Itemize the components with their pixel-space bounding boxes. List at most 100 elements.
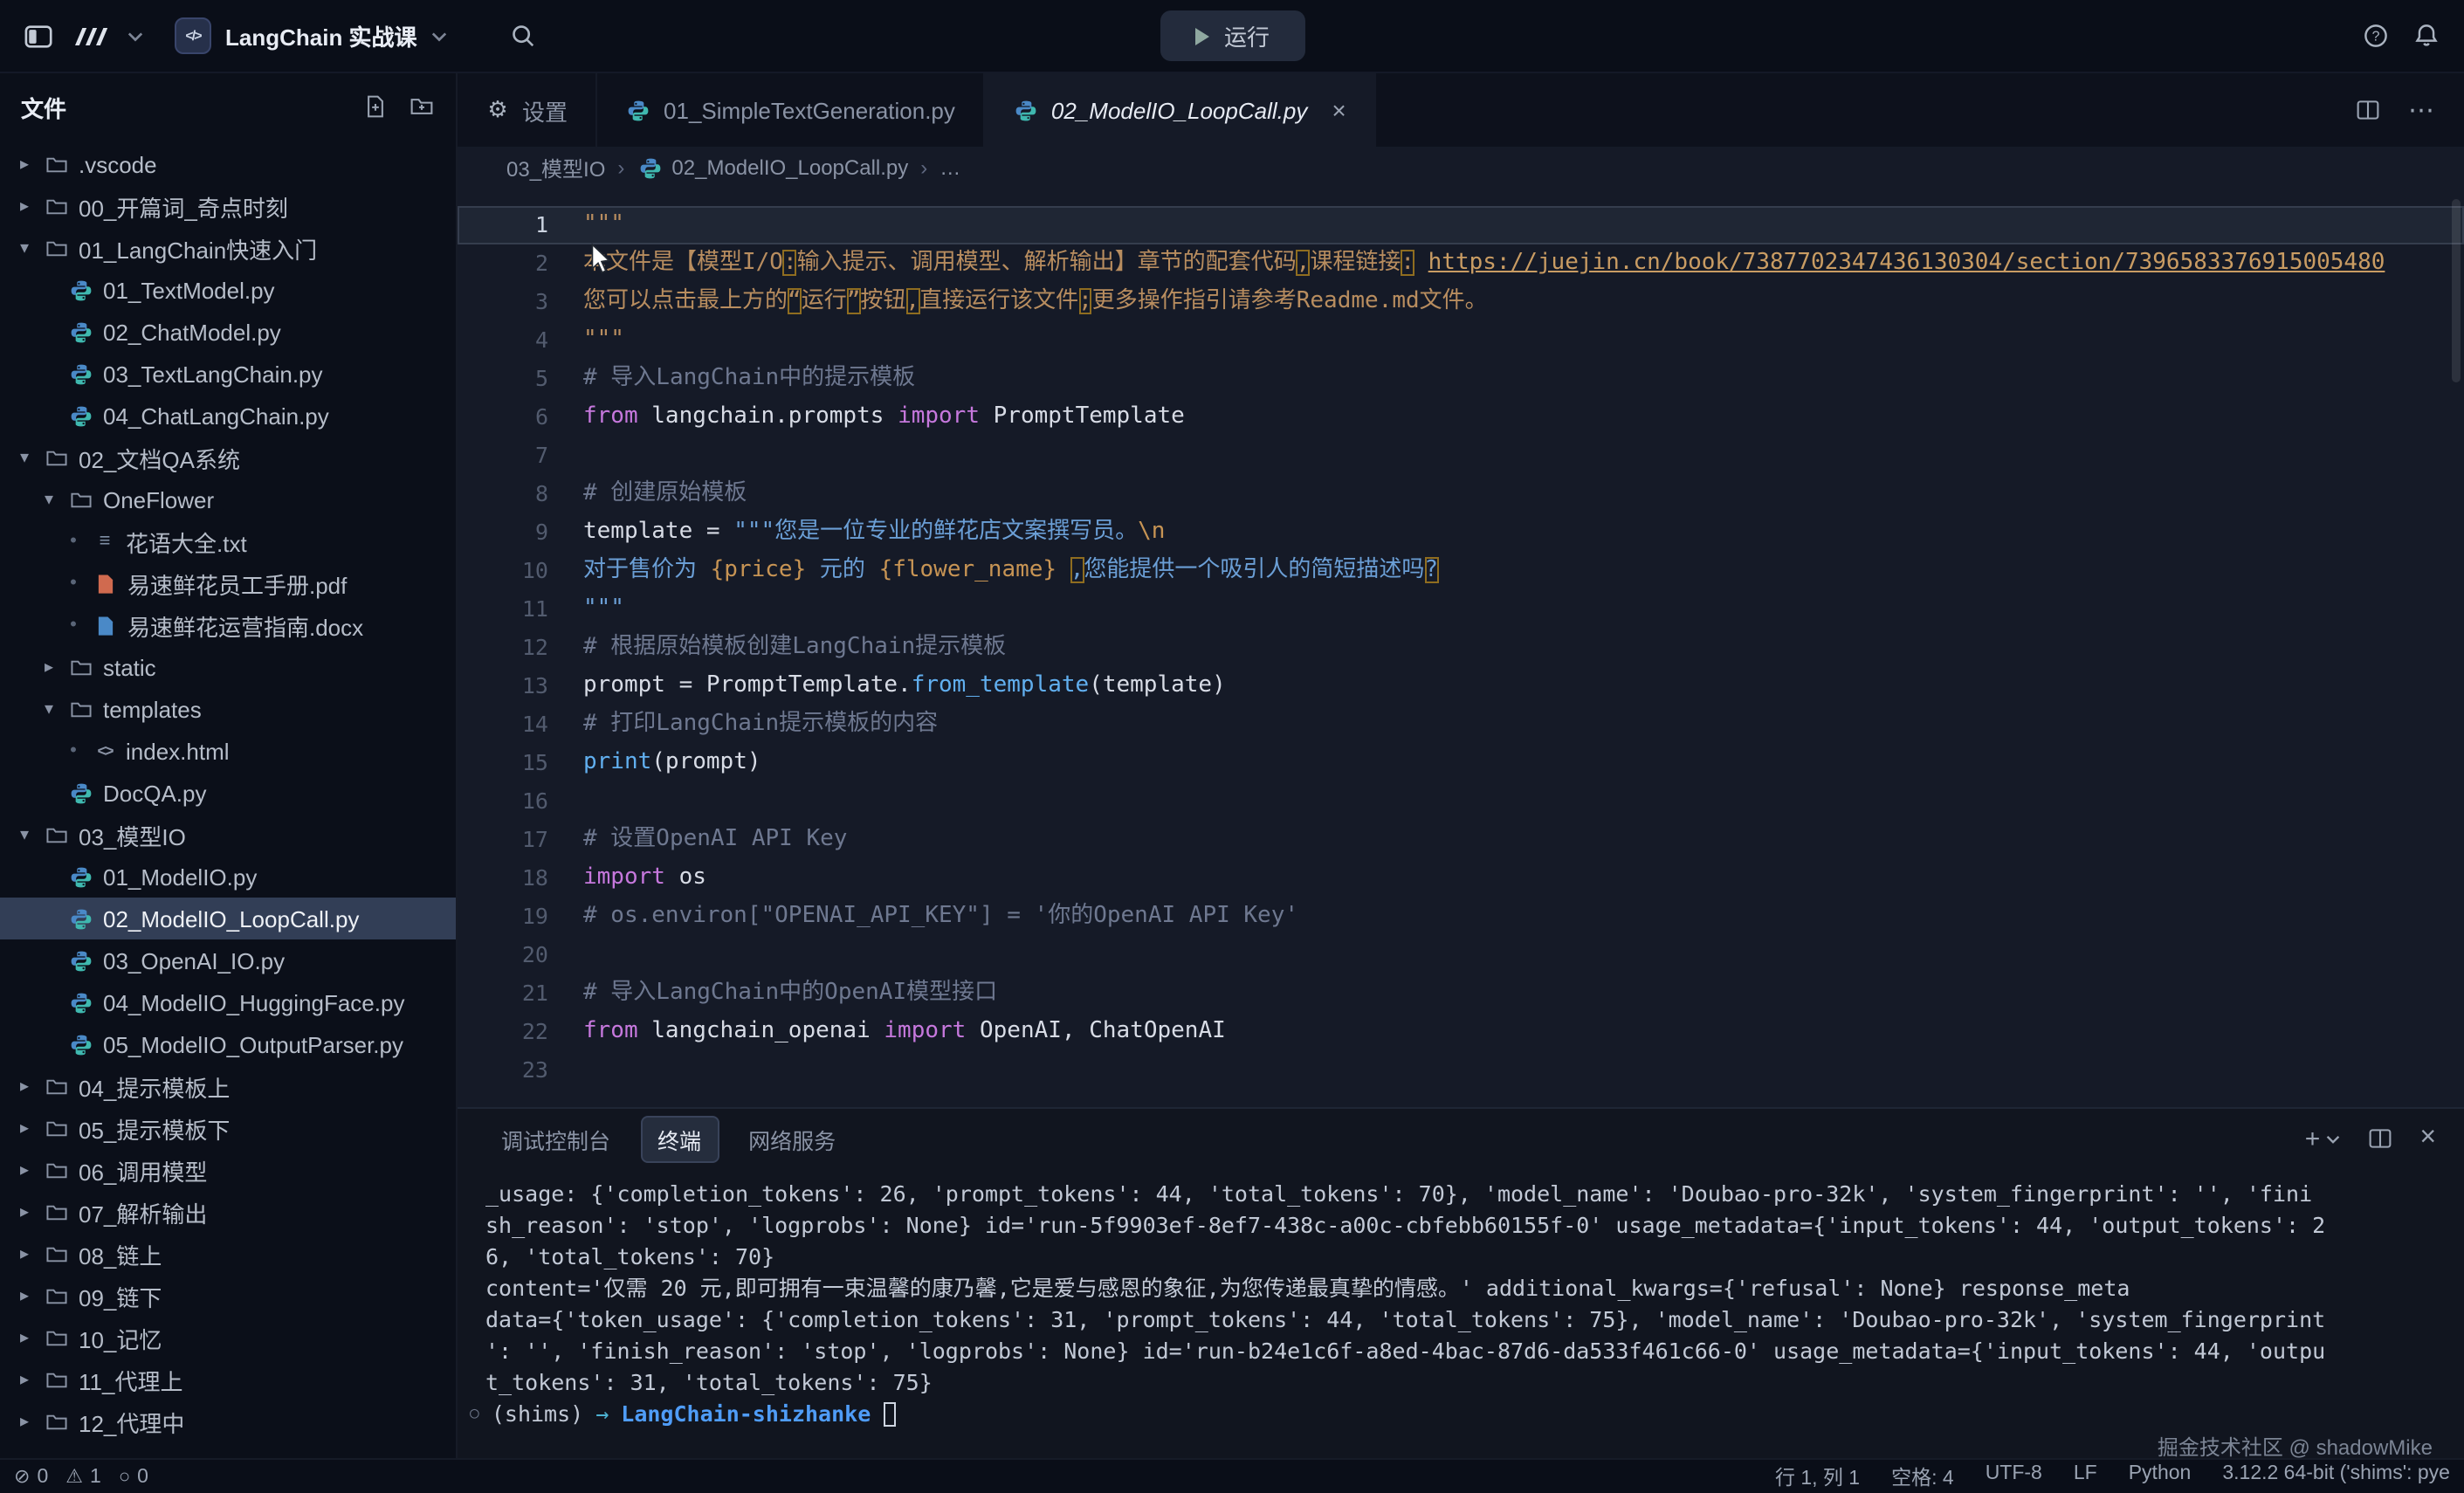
code-line-1[interactable]: 1""" (458, 206, 2464, 244)
toggle-sidebar-icon[interactable] (24, 22, 54, 50)
chevron-right-icon[interactable]: ▸ (14, 1244, 35, 1263)
chevron-down-icon[interactable]: ▾ (38, 699, 59, 719)
run-button[interactable]: 运行 (1160, 10, 1304, 61)
code-line-12[interactable]: 12# 根据原始模板创建LangChain提示模板 (458, 629, 2464, 667)
editor-tab-2[interactable]: 02_ModelIO_LoopCall.py× (985, 73, 1376, 147)
tree-folder-2[interactable]: ▾01_LangChain快速入门 (0, 227, 456, 269)
chevron-right-icon[interactable]: ▸ (38, 657, 59, 677)
tree-folder-16[interactable]: ▾03_模型IO (0, 814, 456, 856)
notifications-bell-icon[interactable] (2413, 23, 2440, 49)
code-line-16[interactable]: 16 (458, 782, 2464, 821)
status-language-mode[interactable]: Python (2129, 1462, 2192, 1490)
chevron-right-icon[interactable]: ▸ (14, 1328, 35, 1347)
code-line-5[interactable]: 5# 导入LangChain中的提示模板 (458, 360, 2464, 398)
tree-file-18[interactable]: 02_ModelIO_LoopCall.py (0, 898, 456, 939)
chevron-right-icon[interactable]: ▸ (14, 1077, 35, 1096)
code-line-22[interactable]: 22from langchain_openai import OpenAI, C… (458, 1013, 2464, 1051)
code-line-19[interactable]: 19# os.environ["OPENAI_API_KEY"] = '你的Op… (458, 898, 2464, 936)
tree-file-4[interactable]: 02_ChatModel.py (0, 311, 456, 353)
tree-folder-12[interactable]: ▸static (0, 646, 456, 688)
code-line-10[interactable]: 10对于售价为 {price} 元的 {flower_name} ,您能提供一个… (458, 552, 2464, 590)
split-panel-icon[interactable] (2367, 1126, 2392, 1151)
code-line-17[interactable]: 17# 设置OpenAI API Key (458, 821, 2464, 859)
breadcrumb-item-0[interactable]: 03_模型IO (506, 153, 605, 182)
panel-tab-1[interactable]: 终端 (640, 1115, 719, 1162)
chevron-right-icon[interactable]: ▸ (14, 1160, 35, 1180)
search-icon[interactable] (510, 23, 536, 49)
terminal-output[interactable]: _usage: {'completion_tokens': 26, 'promp… (458, 1168, 2464, 1458)
code-line-9[interactable]: 9template = """您是一位专业的鲜花店文案撰写员。\n (458, 513, 2464, 552)
tree-file-3[interactable]: 01_TextModel.py (0, 269, 456, 311)
logo-chevron-down-icon[interactable] (127, 31, 143, 41)
code-line-20[interactable]: 20 (458, 936, 2464, 974)
tree-folder-22[interactable]: ▸04_提示模板上 (0, 1065, 456, 1107)
code-line-14[interactable]: 14# 打印LangChain提示模板的内容 (458, 705, 2464, 744)
tree-folder-29[interactable]: ▸11_代理上 (0, 1359, 456, 1400)
code-line-23[interactable]: 23 (458, 1051, 2464, 1090)
panel-tab-2[interactable]: 网络服务 (733, 1117, 851, 1160)
tree-file-20[interactable]: 04_ModelIO_HuggingFace.py (0, 981, 456, 1023)
code-line-21[interactable]: 21# 导入LangChain中的OpenAI模型接口 (458, 974, 2464, 1013)
code-area[interactable]: 1"""2本文件是【模型I/O:输入提示、调用模型、解析输出】章节的配套代码,课… (458, 189, 2464, 1107)
chevron-right-icon[interactable]: ▸ (14, 1412, 35, 1431)
close-panel-icon[interactable]: × (2419, 1123, 2436, 1154)
status-encoding[interactable]: UTF-8 (1986, 1462, 2042, 1490)
code-line-11[interactable]: 11""" (458, 590, 2464, 629)
tree-file-15[interactable]: DocQA.py (0, 772, 456, 814)
tree-folder-27[interactable]: ▸09_链下 (0, 1275, 456, 1317)
tree-folder-24[interactable]: ▸06_调用模型 (0, 1149, 456, 1191)
tree-folder-26[interactable]: ▸08_链上 (0, 1233, 456, 1275)
editor-scrollbar[interactable] (2452, 199, 2461, 382)
panel-tab-0[interactable]: 调试控制台 (485, 1117, 626, 1160)
chevron-down-icon[interactable]: ▾ (14, 448, 35, 467)
split-editor-icon[interactable] (2356, 98, 2380, 122)
tree-folder-25[interactable]: ▸07_解析输出 (0, 1191, 456, 1233)
tree-file-14[interactable]: •<>index.html (0, 730, 456, 772)
chevron-right-icon[interactable]: ▸ (14, 155, 35, 174)
tree-file-17[interactable]: 01_ModelIO.py (0, 856, 456, 898)
tree-folder-8[interactable]: ▾OneFlower (0, 478, 456, 520)
status-indentation[interactable]: 空格: 4 (1891, 1462, 1954, 1490)
breadcrumb-item-1[interactable]: 02_ModelIO_LoopCall.py (637, 155, 908, 180)
status-cursor-position[interactable]: 行 1, 列 1 (1775, 1462, 1860, 1490)
status-interpreter[interactable]: 3.12.2 64-bit ('shims': pye (2222, 1462, 2450, 1490)
tree-file-6[interactable]: 04_ChatLangChain.py (0, 395, 456, 437)
code-line-13[interactable]: 13prompt = PromptTemplate.from_template(… (458, 667, 2464, 705)
code-line-3[interactable]: 3您可以点击最上方的“运行”按钮,直接运行该文件;更多操作指引请参考Readme… (458, 283, 2464, 321)
new-file-icon[interactable] (363, 94, 388, 119)
code-line-18[interactable]: 18import os (458, 859, 2464, 898)
tree-file-11[interactable]: •易速鲜花运营指南.docx (0, 604, 456, 646)
chevron-right-icon[interactable]: ▸ (14, 196, 35, 216)
status-info-count[interactable]: ○0 (119, 1466, 148, 1487)
app-logo-icon[interactable] (72, 22, 110, 50)
editor-tab-0[interactable]: ⚙设置 (458, 73, 597, 147)
chevron-right-icon[interactable]: ▸ (14, 1286, 35, 1305)
tree-file-5[interactable]: 03_TextLangChain.py (0, 353, 456, 395)
status-eol[interactable]: LF (2074, 1462, 2097, 1490)
project-switcher[interactable]: </> LangChain 实战课 (175, 17, 447, 54)
tree-file-21[interactable]: 05_ModelIO_OutputParser.py (0, 1023, 456, 1065)
new-folder-icon[interactable] (409, 94, 435, 119)
code-line-2[interactable]: 2本文件是【模型I/O:输入提示、调用模型、解析输出】章节的配套代码,课程链接:… (458, 244, 2464, 283)
code-line-7[interactable]: 7 (458, 437, 2464, 475)
help-icon[interactable]: ? (2363, 23, 2389, 49)
tree-folder-7[interactable]: ▾02_文档QA系统 (0, 437, 456, 478)
editor-tab-1[interactable]: 01_SimpleTextGeneration.py (597, 73, 985, 147)
tree-folder-23[interactable]: ▸05_提示模板下 (0, 1107, 456, 1149)
tree-folder-28[interactable]: ▸10_记忆 (0, 1317, 456, 1359)
new-terminal-icon[interactable]: + (2305, 1124, 2340, 1153)
code-line-4[interactable]: 4""" (458, 321, 2464, 360)
code-line-6[interactable]: 6from langchain.prompts import PromptTem… (458, 398, 2464, 437)
more-actions-icon[interactable]: ⋯ (2408, 94, 2436, 126)
chevron-right-icon[interactable]: ▸ (14, 1118, 35, 1138)
tree-folder-0[interactable]: ▸.vscode (0, 143, 456, 185)
breadcrumb-item-2[interactable]: … (939, 155, 960, 180)
chevron-down-icon[interactable]: ▾ (14, 238, 35, 258)
tree-file-9[interactable]: •≡花语大全.txt (0, 520, 456, 562)
chevron-down-icon[interactable]: ▾ (38, 490, 59, 509)
chevron-right-icon[interactable]: ▸ (14, 1202, 35, 1221)
tree-folder-30[interactable]: ▸12_代理中 (0, 1400, 456, 1442)
tree-file-10[interactable]: •易速鲜花员工手册.pdf (0, 562, 456, 604)
tree-folder-1[interactable]: ▸00_开篇词_奇点时刻 (0, 185, 456, 227)
chevron-down-icon[interactable]: ▾ (14, 825, 35, 844)
